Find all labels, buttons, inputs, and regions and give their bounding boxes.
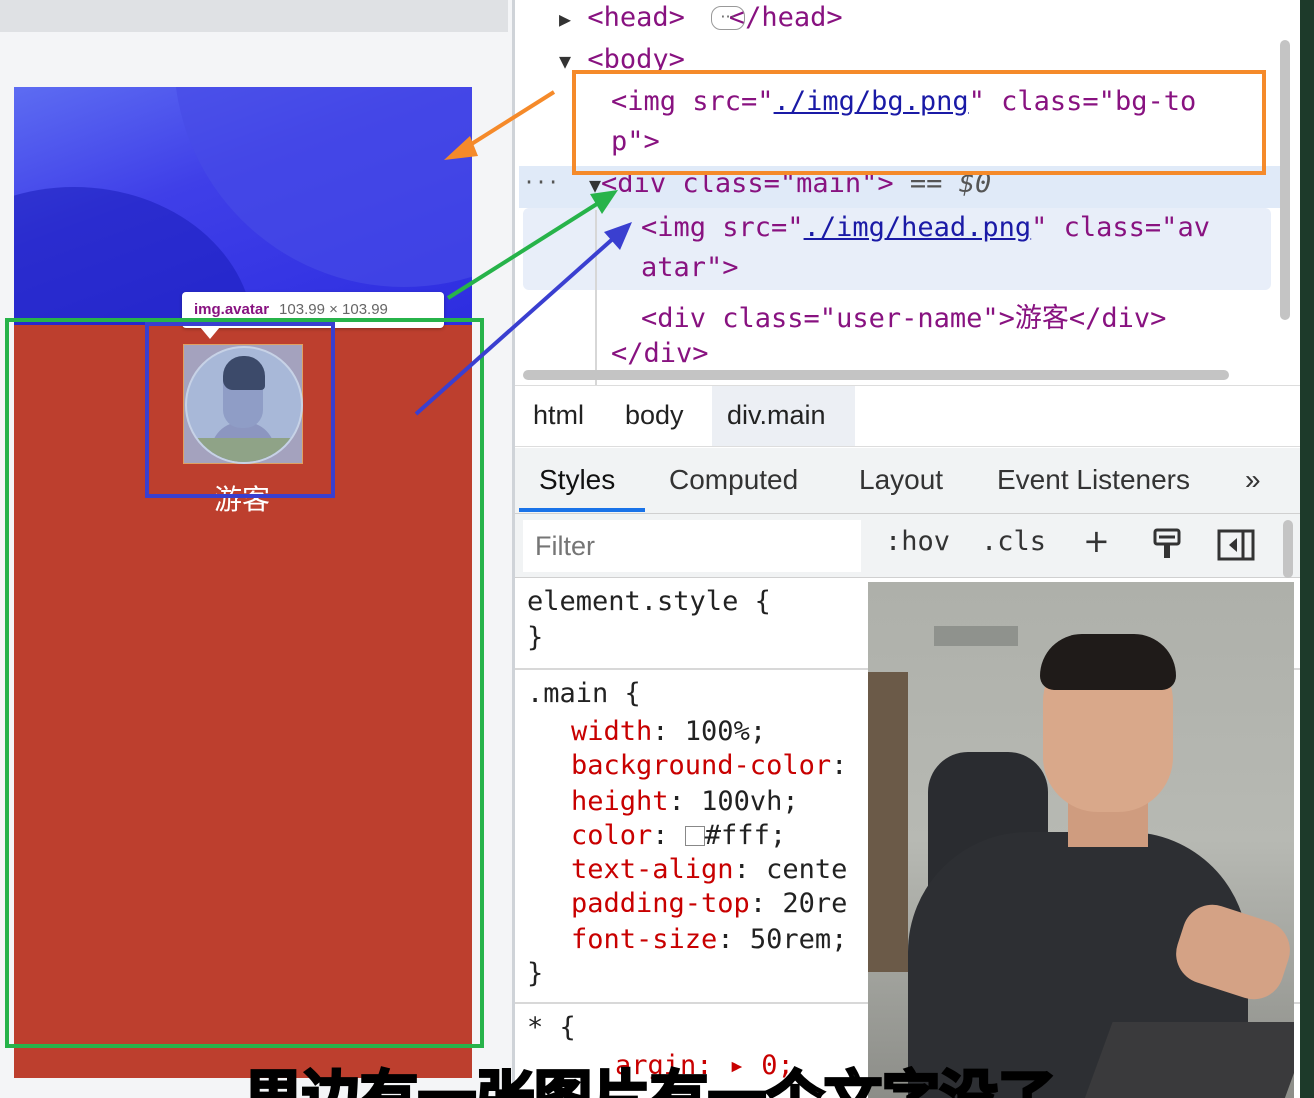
- img-class: " class="av: [1031, 212, 1210, 243]
- webcam-overlay: [868, 582, 1294, 1098]
- style-prop-width[interactable]: width: 100%;: [571, 716, 766, 747]
- expand-triangle-icon[interactable]: ▶: [559, 7, 571, 31]
- active-tab-indicator: [519, 508, 645, 512]
- rule-close-brace: }: [527, 958, 544, 989]
- style-prop-background-color[interactable]: background-color:: [571, 750, 847, 781]
- preview-topbar: [0, 0, 508, 32]
- styles-toolbar: :hov .cls +: [515, 514, 1300, 578]
- img-head-node[interactable]: <img src="./img/head.png" class="av: [641, 212, 1210, 243]
- div-close-node[interactable]: </div>: [611, 338, 709, 369]
- blue-highlight-box: [145, 322, 335, 498]
- styles-scrollbar[interactable]: [1283, 520, 1293, 578]
- filter-input[interactable]: [523, 520, 861, 572]
- prop-value[interactable]: 100vh;: [701, 786, 799, 817]
- prop-value[interactable]: 100%;: [685, 716, 766, 747]
- sidebar-toggle-icon[interactable]: [1217, 528, 1257, 562]
- prop-name: padding-top: [571, 888, 750, 919]
- prop-value[interactable]: 20re: [782, 888, 847, 919]
- webcam-person-hair: [1040, 634, 1176, 690]
- cls-toggle[interactable]: .cls: [981, 526, 1046, 557]
- color-swatch-icon[interactable]: [684, 826, 705, 846]
- style-prop-text-align[interactable]: text-align: cente: [571, 854, 847, 885]
- style-prop-font-size[interactable]: font-size: 50rem;: [571, 924, 847, 955]
- prop-name: font-size: [571, 924, 718, 955]
- img-head-src-link[interactable]: ./img/head.png: [804, 212, 1032, 243]
- tooltip-size: 103.99 × 103.99: [279, 301, 388, 318]
- style-prop-color[interactable]: color: #fff;: [571, 820, 786, 851]
- style-prop-padding-top[interactable]: padding-top: 20re: [571, 888, 847, 919]
- tab-computed[interactable]: Computed: [669, 464, 798, 496]
- prop-value[interactable]: 50rem;: [750, 924, 848, 955]
- elements-vertical-scrollbar[interactable]: [1280, 40, 1290, 320]
- bg-top-image: [14, 87, 472, 325]
- prop-value[interactable]: cente: [766, 854, 847, 885]
- tooltip-selector: img.avatar: [194, 301, 270, 318]
- tree-guide-line: [595, 210, 597, 385]
- paint-brush-icon[interactable]: [1151, 528, 1183, 562]
- element-style-selector[interactable]: element.style {: [527, 586, 771, 617]
- collapse-triangle-icon[interactable]: ▼: [589, 173, 601, 197]
- tab-layout[interactable]: Layout: [859, 464, 943, 496]
- more-tabs-chevron-icon[interactable]: »: [1245, 464, 1261, 496]
- node-actions-icon[interactable]: ···: [523, 170, 559, 194]
- webcam-shelf: [868, 672, 908, 972]
- prop-name: color: [571, 820, 653, 851]
- main-rule-selector[interactable]: .main {: [527, 678, 641, 709]
- prop-name: background-color: [571, 750, 832, 781]
- prop-name: width: [571, 716, 653, 747]
- page-preview: 游客 img.avatar 103.99 × 103.99: [0, 0, 512, 1098]
- img-head-wrap: atar">: [641, 252, 739, 283]
- head-close-tag: </head>: [728, 2, 843, 33]
- sidebar-tabs: Styles Computed Layout Event Listeners »: [515, 448, 1300, 514]
- breadcrumb-body[interactable]: body: [625, 400, 684, 431]
- user-name-tag: <div class="user-name">游客</div>: [641, 303, 1167, 334]
- head-open-tag: <head>: [587, 2, 685, 33]
- prop-name: text-align: [571, 854, 734, 885]
- window-edge: [1300, 0, 1314, 1098]
- breadcrumb-html[interactable]: html: [533, 400, 584, 431]
- breadcrumb-div-main[interactable]: div.main: [727, 400, 826, 431]
- elements-horizontal-scrollbar[interactable]: [523, 370, 1229, 380]
- style-prop-height[interactable]: height: 100vh;: [571, 786, 799, 817]
- elements-tree: ▶ <head> </head> ··· ▼ <body> <img src=".…: [515, 0, 1300, 385]
- prop-name: height: [571, 786, 669, 817]
- new-rule-plus-icon[interactable]: +: [1083, 522, 1110, 560]
- head-node[interactable]: ▶ <head> </head>: [559, 2, 843, 33]
- collapsed-ellipsis-button[interactable]: ···: [711, 6, 745, 30]
- webcam-vent: [934, 626, 1018, 646]
- prop-value[interactable]: #fff;: [705, 820, 786, 851]
- img-tag: <img src=": [641, 212, 804, 243]
- collapse-triangle-icon[interactable]: ▼: [559, 49, 571, 73]
- rule-close-brace: }: [527, 622, 544, 653]
- tab-event-listeners[interactable]: Event Listeners: [997, 464, 1190, 496]
- orange-highlight-box: [572, 70, 1266, 175]
- user-name-node[interactable]: <div class="user-name">游客</div>: [641, 296, 1166, 335]
- universal-rule-selector[interactable]: * {: [527, 1012, 576, 1043]
- hov-toggle[interactable]: :hov: [885, 526, 950, 557]
- tab-styles[interactable]: Styles: [539, 464, 615, 496]
- div-close-tag: </div>: [611, 338, 709, 369]
- video-subtitle: 里边有一张图片有一个文字没了: [242, 1063, 1057, 1098]
- img-head-node-wrap: atar">: [641, 252, 739, 283]
- breadcrumb: html body div.main: [515, 385, 1300, 447]
